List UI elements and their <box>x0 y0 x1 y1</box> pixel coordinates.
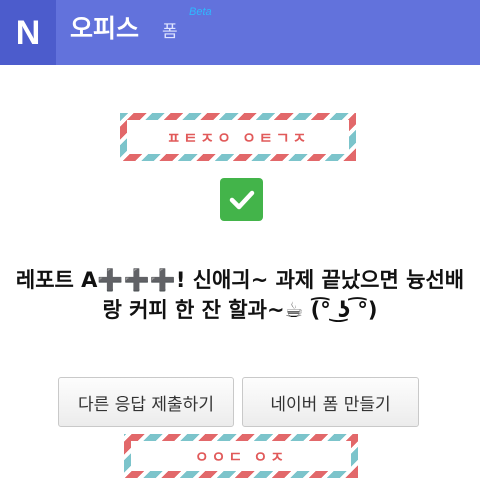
check-icon <box>220 178 263 221</box>
app-subtitle: 폼 <box>162 22 178 42</box>
envelope-banner-bottom: ㅇㅇㄷ ㅇㅈ <box>124 434 358 478</box>
app-header: N 오피스 폼 Beta <box>0 0 480 65</box>
banner-text-bottom: ㅇㅇㄷ ㅇㅈ <box>131 441 351 471</box>
app-title[interactable]: 오피스 <box>70 16 139 41</box>
message-line-1: 레포트 A➕➕➕! 신애긔~ 과제 끝났으면 늉선배 <box>15 268 465 292</box>
banner-text-top: ㅍㅌㅈㅇ ㅇㅌㄱㅈ <box>127 120 349 154</box>
submit-another-button[interactable]: 다른 응답 제출하기 <box>58 377 234 427</box>
message-line-2: 랑 커피 한 잔 할과~☕ (͡° ͜ʖ ͡°) <box>102 298 378 322</box>
create-form-button[interactable]: 네이버 폼 만들기 <box>242 377 419 427</box>
envelope-banner-top: ㅍㅌㅈㅇ ㅇㅌㄱㅈ <box>120 113 356 161</box>
completion-message: 레포트 A➕➕➕! 신애긔~ 과제 끝났으면 늉선배 랑 커피 한 잔 할과~☕… <box>10 265 470 325</box>
logo-letter: N <box>15 13 41 52</box>
naver-logo[interactable]: N <box>0 0 56 65</box>
beta-badge: Beta <box>189 6 212 18</box>
